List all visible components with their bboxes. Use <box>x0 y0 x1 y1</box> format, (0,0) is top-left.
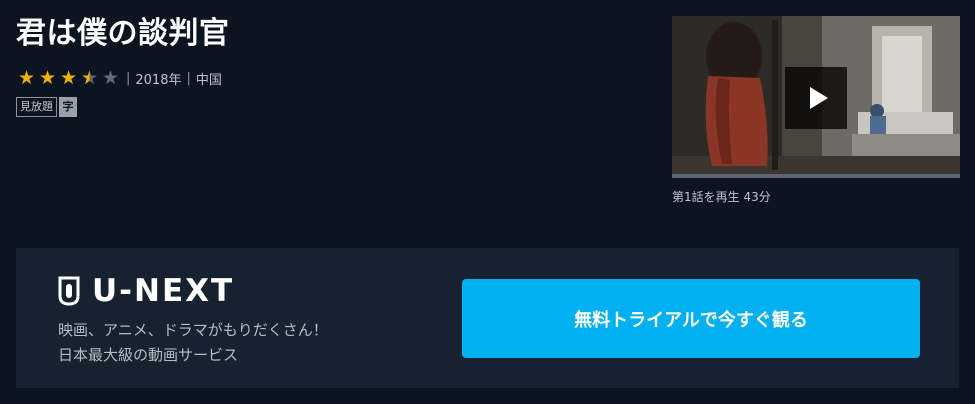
subtitle-badge: 字 <box>59 97 77 117</box>
half-star-icon: ★ <box>80 67 99 89</box>
free-trial-button[interactable]: 無料トライアルで今すぐ観る <box>462 279 920 358</box>
progress-bar <box>672 174 960 178</box>
availability-badge: 見放題 <box>16 97 57 117</box>
release-year: 2018年 <box>135 72 182 88</box>
page: 君は僕の談判官 ★ ★ ★ ★ ★ | 2018年 | 中国 見放題 字 第1話… <box>0 0 975 404</box>
star-icon: ★ <box>59 67 78 89</box>
separator: | <box>126 70 131 86</box>
empty-star-icon: ★ <box>101 67 120 89</box>
badges: 見放題 字 <box>16 97 77 117</box>
brand-logo: U-NEXT <box>58 274 234 308</box>
play-icon <box>809 87 828 109</box>
star-rating: ★ ★ ★ ★ ★ <box>16 68 121 88</box>
video-thumbnail[interactable] <box>672 16 960 178</box>
play-button[interactable] <box>785 67 847 129</box>
tagline: 映画、アニメ、ドラマがもりだくさん！ 日本最大級の動画サービス <box>58 318 328 368</box>
tagline-line: 日本最大級の動画サービス <box>58 346 239 364</box>
episode-info: 第1話を再生 43分 <box>672 190 771 204</box>
separator: | <box>186 70 191 86</box>
star-icon: ★ <box>38 67 57 89</box>
brand-name: U-NEXT <box>92 273 235 309</box>
star-icon: ★ <box>17 67 36 89</box>
country: 中国 <box>195 72 222 88</box>
meta-row: ★ ★ ★ ★ ★ | 2018年 | 中国 <box>16 68 222 88</box>
promo-banner: U-NEXT 映画、アニメ、ドラマがもりだくさん！ 日本最大級の動画サービス 無… <box>16 248 959 388</box>
shield-logo-icon <box>58 276 80 306</box>
page-title: 君は僕の談判官 <box>16 16 230 51</box>
tagline-line: 映画、アニメ、ドラマがもりだくさん！ <box>58 321 328 339</box>
